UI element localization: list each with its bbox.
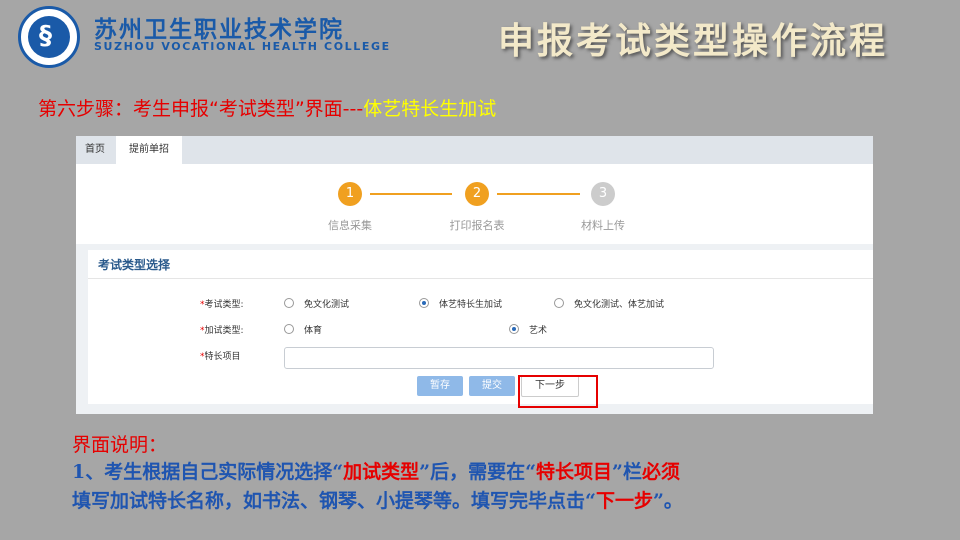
tab-bar: 首页 提前单招 (76, 136, 873, 164)
college-name-cn: 苏州卫生职业技术学院 (94, 16, 344, 43)
step-connector-2 (497, 193, 580, 195)
section-header: 考试类型选择 (88, 250, 873, 279)
tab-home[interactable]: 首页 (76, 136, 114, 164)
step-heading-main: 第六步骤：考生申报“考试类型”界面--- (38, 98, 364, 120)
step-3-label: 材料上传 (581, 219, 625, 232)
explanation-title: 界面说明： (72, 434, 168, 456)
kw-required: 必须 (641, 461, 680, 483)
tab-early-admission[interactable]: 提前单招 (116, 136, 182, 164)
specialty-input[interactable] (284, 347, 714, 369)
extra-type-label: *加试类型: (200, 326, 244, 336)
kw-next-step: 下一步 (595, 490, 653, 512)
step-heading-highlight: 体艺特长生加试 (363, 98, 497, 120)
step-connector-1 (370, 193, 452, 195)
specialty-label: *特长项目 (200, 352, 241, 362)
radio-no-culture-test[interactable] (284, 298, 294, 308)
section-title: 考试类型选择 (98, 258, 171, 272)
college-logo: § (18, 6, 80, 68)
option-both-tests[interactable]: 免文化测试、体艺加试 (574, 297, 664, 310)
submit-button[interactable]: 提交 (469, 376, 515, 396)
slide-title: 申报考试类型操作流程 (498, 21, 889, 62)
radio-sports-arts-test[interactable] (419, 298, 429, 308)
next-step-highlight (518, 375, 598, 408)
step-2-label: 打印报名表 (449, 219, 505, 232)
option-sports-arts-test[interactable]: 体艺特长生加试 (439, 297, 502, 310)
logo-emblem-icon: § (28, 16, 70, 58)
step-1-circle: 1 (338, 182, 362, 206)
exam-type-label: *考试类型: (200, 300, 244, 310)
step-3-circle: 3 (591, 182, 615, 206)
radio-sports[interactable] (284, 324, 294, 334)
progress-stepper: 1 2 3 信息采集 打印报名表 材料上传 (76, 164, 873, 244)
step-heading: 第六步骤：考生申报“考试类型”界面---体艺特长生加试 (38, 94, 496, 121)
save-draft-button[interactable]: 暂存 (417, 376, 463, 396)
radio-arts[interactable] (509, 324, 519, 334)
app-screenshot: 首页 提前单招 1 2 3 信息采集 打印报名表 材料上传 考试类型选择 *考试… (76, 136, 873, 414)
college-name-en: SUZHOU VOCATIONAL HEALTH COLLEGE (94, 40, 391, 53)
step-2-circle: 2 (465, 182, 489, 206)
exam-type-form: *考试类型: 免文化测试 体艺特长生加试 免文化测试、体艺加试 *加试类型: 体… (88, 279, 873, 404)
explanation-text: 1、考生根据自己实际情况选择“加试类型”后，需要在“特长项目”栏必须 填写加试特长… (72, 461, 683, 512)
kw-specialty: 特长项目 (536, 461, 613, 483)
step-1-label: 信息采集 (328, 219, 372, 232)
option-arts[interactable]: 艺术 (529, 323, 547, 336)
kw-extra-type: 加试类型 (343, 461, 420, 483)
option-no-culture-test[interactable]: 免文化测试 (304, 297, 349, 310)
option-sports[interactable]: 体育 (304, 323, 322, 336)
radio-both-tests[interactable] (554, 298, 564, 308)
